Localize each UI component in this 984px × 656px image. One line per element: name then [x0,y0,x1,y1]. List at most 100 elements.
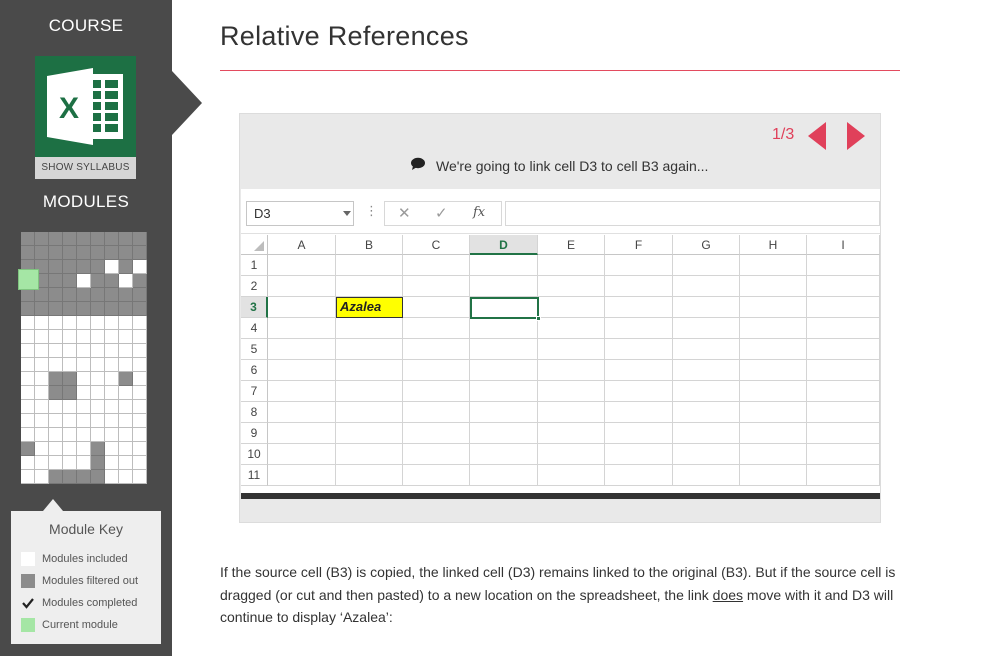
cell-c9[interactable] [403,423,470,444]
module-cell-filtered[interactable] [105,232,119,246]
formula-input[interactable] [505,201,880,226]
module-cell-filtered[interactable] [49,302,63,316]
cell-i7[interactable] [807,381,880,402]
module-cell[interactable] [49,316,63,330]
cell-d4[interactable] [470,318,538,339]
module-cell[interactable] [133,456,147,470]
cell-c4[interactable] [403,318,470,339]
cell-i1[interactable] [807,255,880,276]
module-cell[interactable] [35,344,49,358]
module-cell[interactable] [21,330,35,344]
module-cell[interactable] [91,372,105,386]
module-cell-filtered[interactable] [91,274,105,288]
module-cell[interactable] [105,414,119,428]
cell-f11[interactable] [605,465,673,486]
cell-b9[interactable] [336,423,403,444]
previous-slide-button[interactable] [808,122,826,150]
module-cell-filtered[interactable] [63,386,77,400]
cell-g8[interactable] [673,402,740,423]
module-cell-filtered[interactable] [49,246,63,260]
column-header-a[interactable]: A [268,235,336,255]
cancel-icon[interactable]: ✕ [398,204,411,222]
row-header-11[interactable]: 11 [241,465,268,486]
module-cell[interactable] [49,400,63,414]
cell-i10[interactable] [807,444,880,465]
module-cell-filtered[interactable] [91,260,105,274]
cell-d1[interactable] [470,255,538,276]
module-cell[interactable] [35,316,49,330]
module-cell[interactable] [77,344,91,358]
row-header-4[interactable]: 4 [241,318,268,339]
module-cell-filtered[interactable] [63,372,77,386]
cell-c8[interactable] [403,402,470,423]
cell-b10[interactable] [336,444,403,465]
module-cell[interactable] [105,260,119,274]
module-cell[interactable] [63,442,77,456]
module-cell[interactable] [119,330,133,344]
module-cell[interactable] [119,442,133,456]
cell-h2[interactable] [740,276,807,297]
module-cell-filtered[interactable] [77,288,91,302]
cell-b4[interactable] [336,318,403,339]
module-cell-filtered[interactable] [63,288,77,302]
module-cell[interactable] [105,470,119,484]
module-cell[interactable] [63,344,77,358]
course-card[interactable]: X SHOW SYLLABUS [35,56,136,179]
module-cell[interactable] [77,442,91,456]
module-cell-filtered[interactable] [21,246,35,260]
show-syllabus-button[interactable]: SHOW SYLLABUS [35,157,136,179]
module-cell-filtered[interactable] [105,274,119,288]
cell-a3[interactable] [268,297,336,318]
cell-a8[interactable] [268,402,336,423]
cell-h4[interactable] [740,318,807,339]
column-header-i[interactable]: I [807,235,880,255]
cell-a5[interactable] [268,339,336,360]
cell-e4[interactable] [538,318,605,339]
module-cell-filtered[interactable] [133,288,147,302]
row-header-1[interactable]: 1 [241,255,268,276]
module-cell[interactable] [49,442,63,456]
module-cell-filtered[interactable] [133,246,147,260]
name-box[interactable]: D3 [246,201,354,226]
module-cell[interactable] [77,274,91,288]
module-cell[interactable] [21,344,35,358]
module-cell[interactable] [105,330,119,344]
module-cell-filtered[interactable] [35,302,49,316]
cell-e9[interactable] [538,423,605,444]
cell-d9[interactable] [470,423,538,444]
cell-i9[interactable] [807,423,880,444]
module-cell[interactable] [133,260,147,274]
cell-c1[interactable] [403,255,470,276]
module-cell[interactable] [119,428,133,442]
module-cell[interactable] [21,372,35,386]
cell-f2[interactable] [605,276,673,297]
module-cell[interactable] [49,344,63,358]
module-cell-filtered[interactable] [119,260,133,274]
module-cell[interactable] [63,330,77,344]
module-cell-filtered[interactable] [119,302,133,316]
module-cell[interactable] [91,428,105,442]
cell-d10[interactable] [470,444,538,465]
cell-c10[interactable] [403,444,470,465]
cell-h11[interactable] [740,465,807,486]
current-module-marker[interactable] [18,269,39,290]
module-cell[interactable] [35,358,49,372]
module-cell[interactable] [105,316,119,330]
module-cell[interactable] [63,358,77,372]
module-cell[interactable] [35,456,49,470]
cell-e6[interactable] [538,360,605,381]
module-cell[interactable] [133,442,147,456]
module-cell-filtered[interactable] [91,288,105,302]
module-cell[interactable] [105,372,119,386]
module-cell-filtered[interactable] [77,470,91,484]
module-cell-filtered[interactable] [119,246,133,260]
module-cell[interactable] [49,358,63,372]
module-cell[interactable] [119,470,133,484]
cell-e3[interactable] [538,297,605,318]
cell-i5[interactable] [807,339,880,360]
row-header-5[interactable]: 5 [241,339,268,360]
module-cell-filtered[interactable] [105,302,119,316]
module-cell-filtered[interactable] [35,232,49,246]
module-cell-filtered[interactable] [49,288,63,302]
module-cell-filtered[interactable] [49,232,63,246]
